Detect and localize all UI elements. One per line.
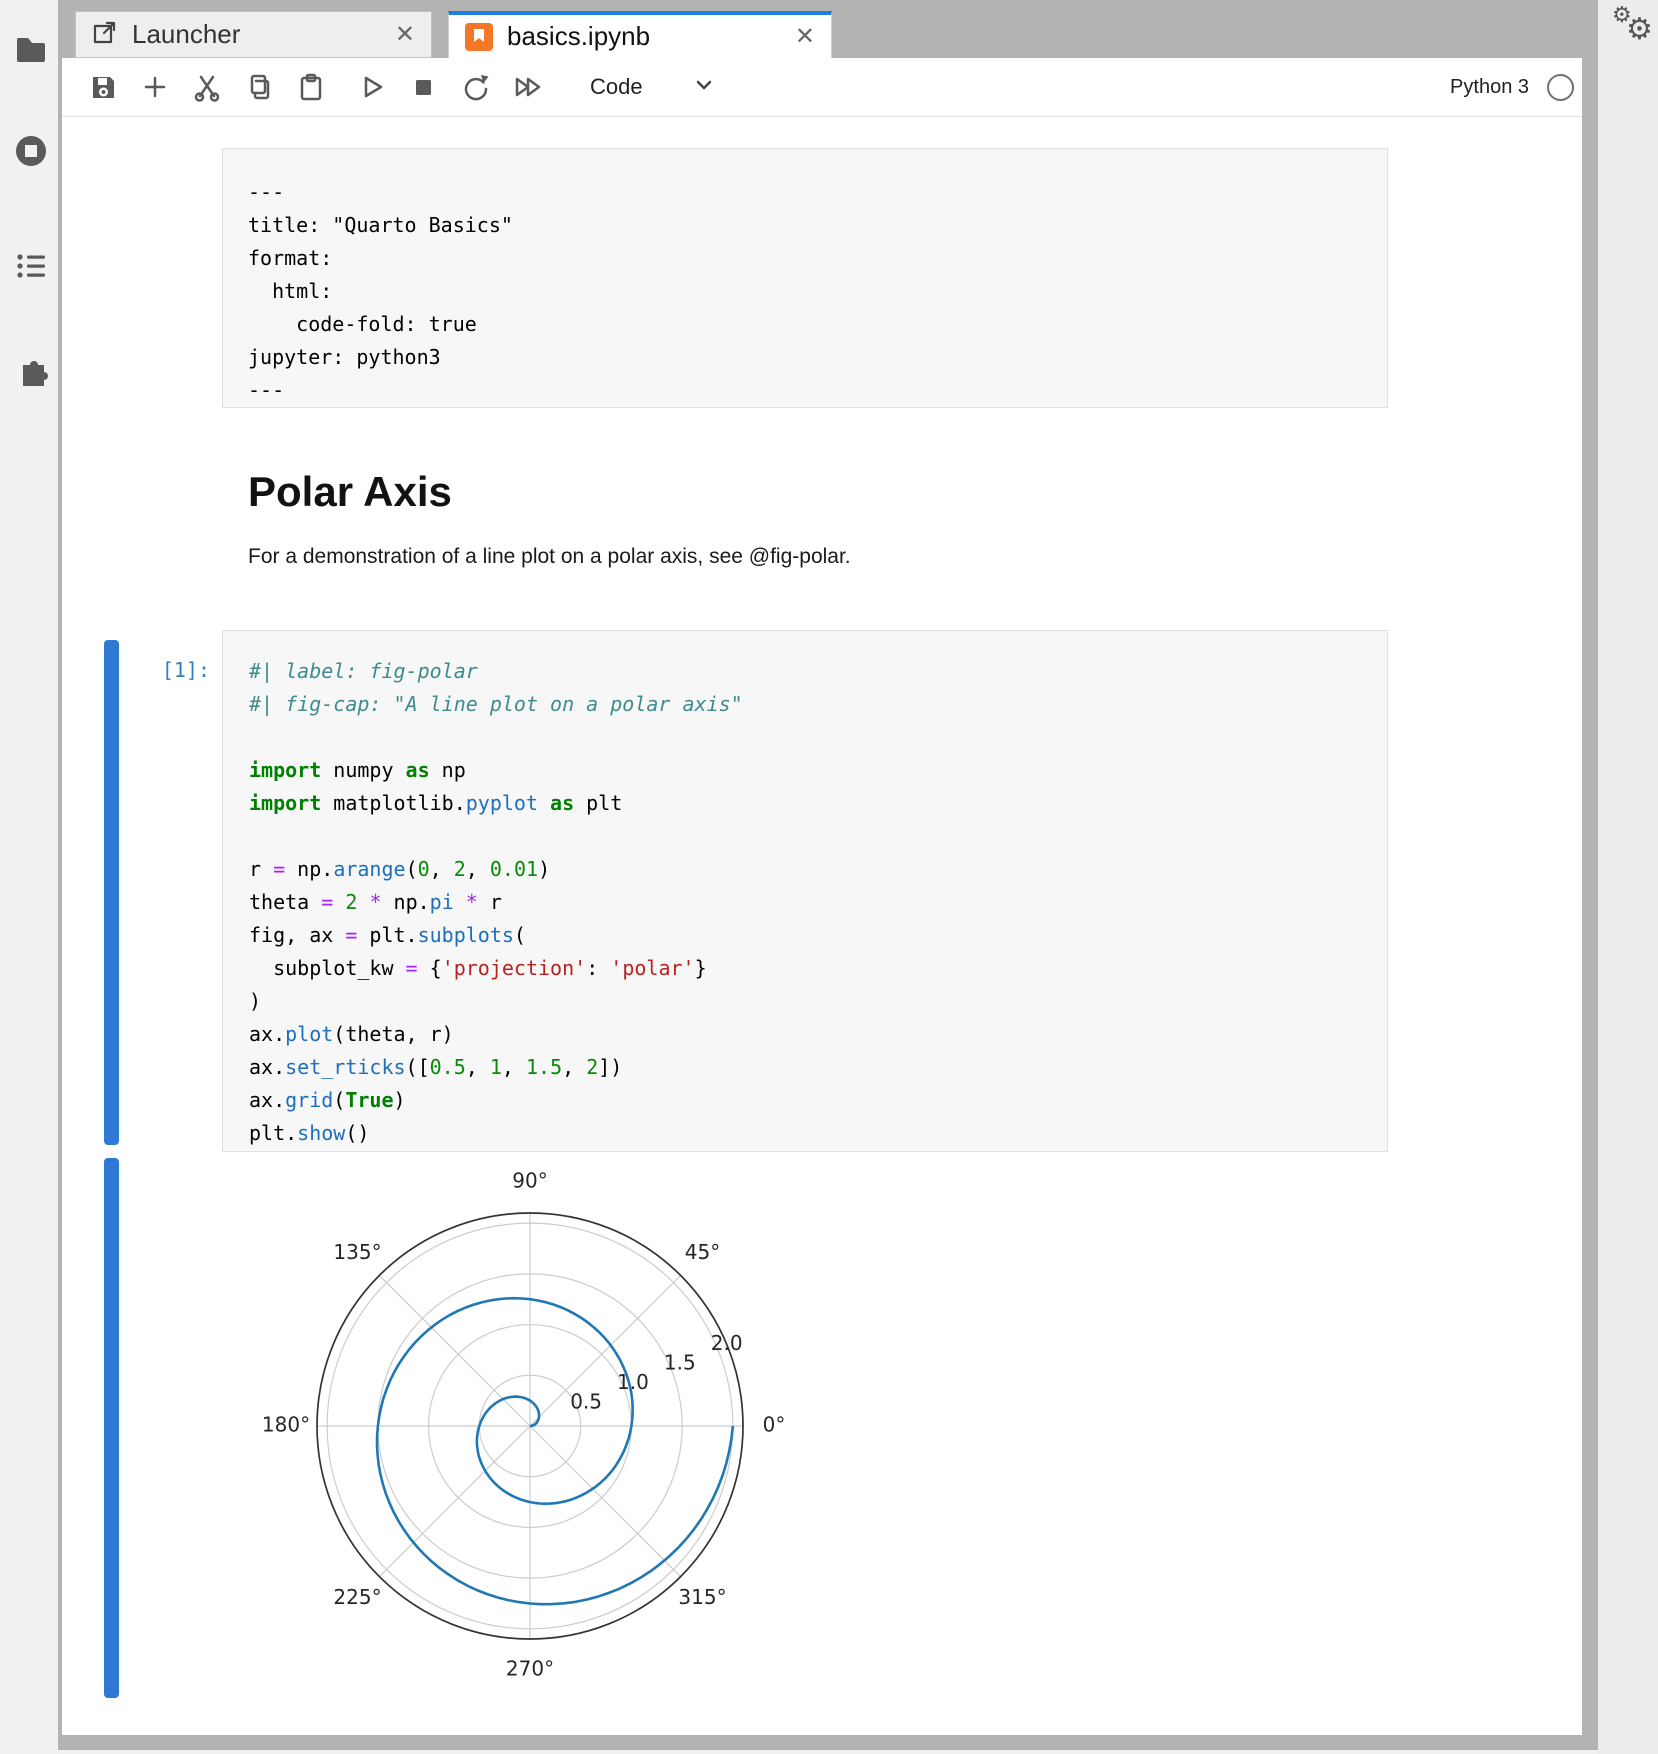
tab-launcher[interactable]: Launcher ✕ — [75, 11, 432, 58]
folder-icon[interactable] — [13, 31, 49, 67]
tab-basics-ipynb[interactable]: basics.ipynb ✕ — [448, 11, 832, 58]
polar-plot: 0° 45° 90° 135° 180° 225° 270° 315° 0.5 1.0 1.5 2.0 — [250, 1150, 810, 1710]
tab-basics-label: basics.ipynb — [507, 21, 793, 52]
save-icon[interactable] — [88, 72, 118, 102]
paste-cells-icon[interactable] — [296, 72, 326, 102]
yaml-cell[interactable]: ---title: "Quarto Basics"format: html: c… — [222, 148, 1388, 408]
copy-cells-icon[interactable] — [244, 72, 274, 102]
right-edge-strip — [1598, 0, 1658, 1754]
chevron-down-icon — [691, 72, 717, 103]
cut-cells-icon[interactable] — [192, 72, 222, 102]
kernel-name[interactable]: Python 3 — [1450, 76, 1529, 99]
intro-paragraph: For a demonstration of a line plot on a … — [248, 545, 851, 569]
yaml-cell-code: ---title: "Quarto Basics"format: html: c… — [248, 176, 1387, 407]
tab-launcher-label: Launcher — [132, 19, 393, 50]
close-icon[interactable]: ✕ — [393, 20, 417, 49]
extension-puzzle-icon[interactable] — [13, 352, 49, 388]
stop-icon[interactable] — [408, 72, 438, 102]
insert-cell-icon[interactable] — [140, 72, 170, 102]
svg-text:2.0: 2.0 — [711, 1331, 743, 1355]
svg-text:135°: 135° — [333, 1240, 381, 1264]
cell-type-dropdown[interactable]: Code — [590, 72, 717, 103]
notebook-toolbar: Code Python 3 — [62, 58, 1582, 117]
close-icon[interactable]: ✕ — [793, 22, 817, 51]
page-title: Polar Axis — [248, 468, 452, 516]
svg-text:0°: 0° — [763, 1413, 786, 1437]
input-collapser[interactable] — [104, 640, 119, 1145]
svg-text:225°: 225° — [333, 1585, 381, 1609]
svg-text:270°: 270° — [506, 1657, 554, 1681]
running-kernels-icon[interactable] — [13, 133, 49, 169]
svg-text:315°: 315° — [678, 1585, 726, 1609]
svg-text:0.5: 0.5 — [570, 1389, 602, 1413]
kernel-status-icon[interactable] — [1547, 74, 1574, 101]
left-activity-bar — [0, 0, 58, 1754]
table-of-contents-icon[interactable] — [13, 248, 49, 284]
svg-text:45°: 45° — [685, 1240, 720, 1264]
svg-text:180°: 180° — [262, 1413, 310, 1437]
launcher-icon — [92, 19, 118, 50]
run-icon[interactable] — [356, 72, 386, 102]
run-all-icon[interactable] — [512, 72, 542, 102]
svg-text:1.0: 1.0 — [617, 1370, 649, 1394]
code-cell[interactable]: #| label: fig-polar#| fig-cap: "A line p… — [222, 630, 1388, 1152]
cell-output-figure: 0° 45° 90° 135° 180° 225° 270° 315° 0.5 1.0 1.5 2.0 — [250, 1150, 810, 1715]
code-cell-code: #| label: fig-polar#| fig-cap: "A line p… — [249, 655, 1387, 1150]
svg-text:90°: 90° — [512, 1169, 547, 1193]
restart-kernel-icon[interactable] — [460, 72, 490, 102]
notebook-icon — [465, 23, 493, 51]
settings-gears-icon[interactable]: ⚙⚙ — [1610, 2, 1658, 48]
output-collapser[interactable] — [104, 1158, 119, 1698]
svg-text:1.5: 1.5 — [664, 1351, 696, 1375]
cell-type-value: Code — [590, 74, 643, 100]
